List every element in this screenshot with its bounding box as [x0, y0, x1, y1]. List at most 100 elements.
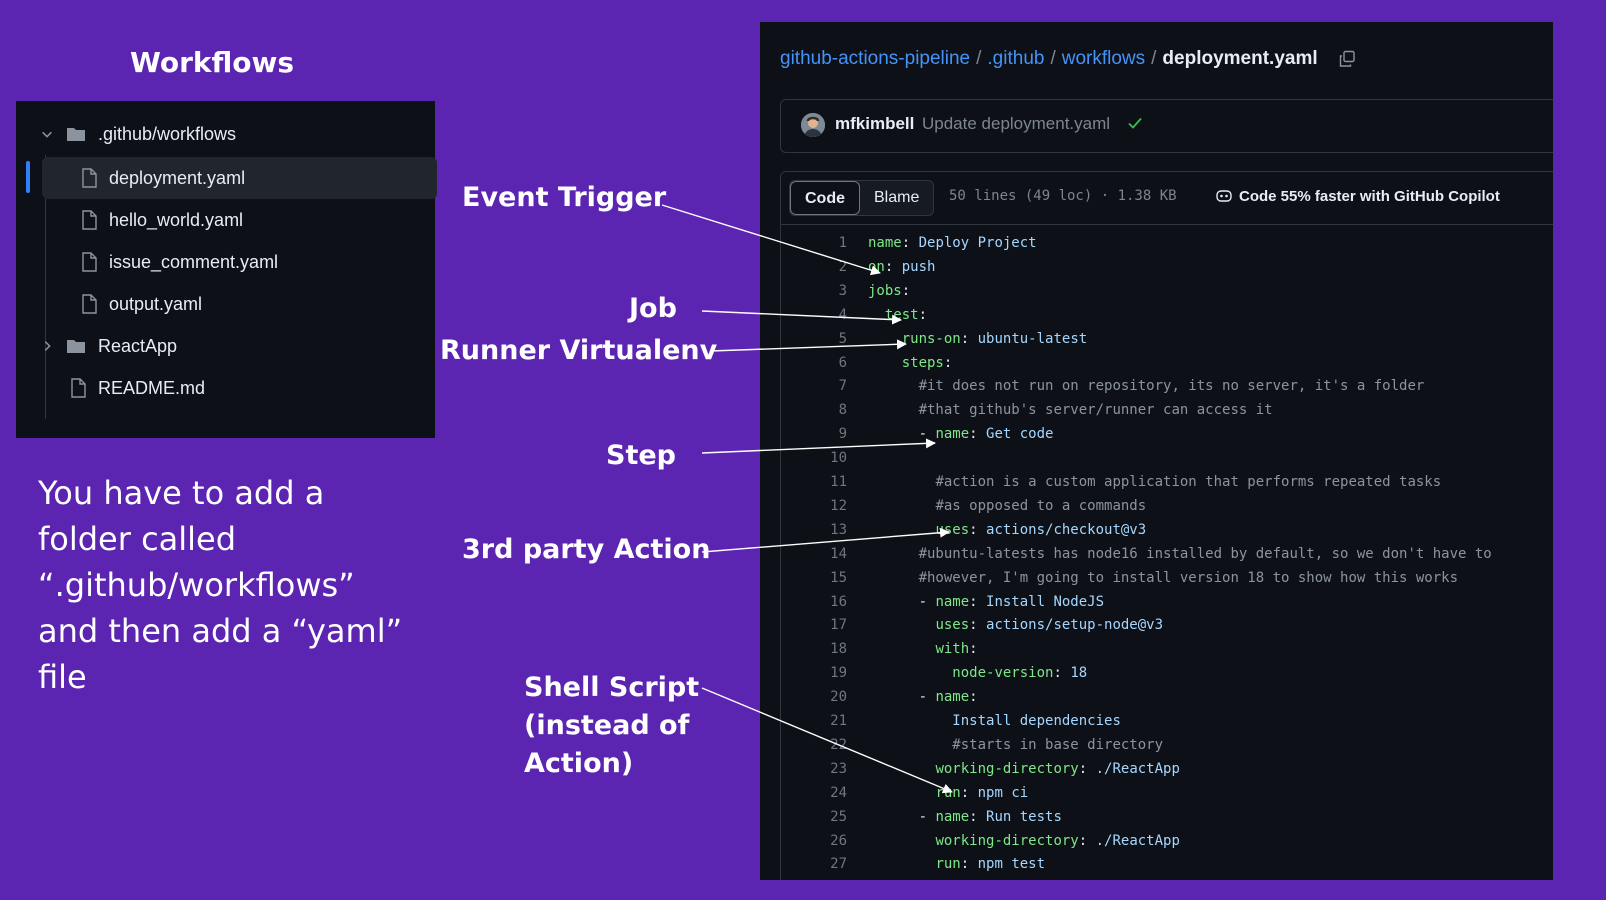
code-line: 20 - name:	[781, 686, 1553, 709]
line-text: uses: actions/setup-node@v3	[935, 617, 1164, 634]
line-text: uses: actions/checkout@v3	[935, 521, 1147, 538]
line-text: working-directory: ./ReactApp	[935, 832, 1180, 849]
line-text: #ubuntu-latests has node16 installed by …	[918, 545, 1492, 562]
line-text: - name:	[918, 689, 978, 706]
line-number[interactable]: 24	[781, 782, 847, 805]
line-number[interactable]: 26	[781, 830, 847, 853]
line-number[interactable]: 21	[781, 710, 847, 733]
line-number[interactable]: 22	[781, 734, 847, 757]
code-line: 21 Install dependencies	[781, 710, 1553, 733]
line-text: - name: Install NodeJS	[918, 593, 1105, 610]
line-number[interactable]: 27	[781, 853, 847, 876]
commit-message[interactable]: Update deployment.yaml	[922, 114, 1110, 134]
tree-item-deployment-yaml[interactable]: deployment.yaml	[16, 157, 435, 199]
line-number[interactable]: 2	[781, 256, 847, 279]
line-number[interactable]: 7	[781, 375, 847, 398]
line-number[interactable]: 25	[781, 806, 847, 829]
annotation-shell-script-line2: (instead of	[524, 710, 690, 741]
line-text: - name: Run tests	[918, 808, 1062, 825]
tab-code[interactable]: Code	[790, 181, 860, 215]
avatar-face-icon	[801, 113, 825, 137]
line-number[interactable]: 23	[781, 758, 847, 781]
chevron-down-icon[interactable]	[40, 127, 54, 141]
file-icon	[71, 378, 86, 398]
line-number[interactable]: 5	[781, 328, 847, 351]
line-number[interactable]: 16	[781, 591, 847, 614]
line-number[interactable]: 19	[781, 662, 847, 685]
commit-author[interactable]: mfkimbell	[835, 114, 914, 134]
tree-item-hello-world-yaml[interactable]: hello_world.yaml	[16, 199, 435, 241]
file-meta: 50 lines (49 loc) · 1.38 KB	[949, 188, 1177, 204]
code-line: 5 runs-on: ubuntu-latest	[781, 328, 1553, 351]
line-text: #however, I'm going to install version 1…	[918, 569, 1459, 586]
line-text: working-directory: ./ReactApp	[935, 760, 1180, 777]
line-text: #that github's server/runner can access …	[918, 402, 1273, 419]
line-text: #starts in base directory	[952, 736, 1164, 753]
file-header: Code Blame 50 lines (49 loc) · 1.38 KB C…	[781, 172, 1553, 225]
line-number[interactable]: 8	[781, 399, 847, 422]
breadcrumb: github-actions-pipeline / .github / work…	[780, 48, 1356, 70]
line-number[interactable]: 9	[781, 423, 847, 446]
line-number[interactable]: 4	[781, 304, 847, 327]
code-line: 22 #starts in base directory	[781, 734, 1553, 757]
line-number[interactable]: 10	[781, 447, 847, 470]
chevron-right-icon[interactable]	[40, 339, 54, 353]
line-number[interactable]: 11	[781, 471, 847, 494]
line-text: test:	[884, 306, 928, 323]
breadcrumb-repo-link[interactable]: github-actions-pipeline	[780, 48, 970, 70]
tree-item-issue-comment-yaml[interactable]: issue_comment.yaml	[16, 241, 435, 283]
line-number[interactable]: 15	[781, 567, 847, 590]
code-line: 1 name: Deploy Project	[781, 232, 1553, 255]
tree-item-reactapp[interactable]: ReactApp	[16, 325, 435, 367]
code-line: 7 #it does not run on repository, its no…	[781, 375, 1553, 398]
file-tree-panel: .github/workflows deployment.yaml hello_…	[16, 101, 437, 438]
code-line: 16 - name: Install NodeJS	[781, 591, 1553, 614]
tree-item-label: deployment.yaml	[109, 167, 246, 188]
tab-blame[interactable]: Blame	[860, 181, 933, 215]
line-number[interactable]: 6	[781, 352, 847, 375]
code-line: 12 #as opposed to a commands	[781, 495, 1553, 518]
file-icon	[82, 168, 97, 188]
line-number[interactable]: 12	[781, 495, 847, 518]
copy-path-icon[interactable]	[1338, 50, 1356, 68]
tree-item-label: ReactApp	[98, 335, 178, 356]
line-text: node-version: 18	[952, 665, 1088, 682]
line-text: runs-on: ubuntu-latest	[901, 330, 1088, 347]
line-number[interactable]: 3	[781, 280, 847, 303]
code-line: 23 working-directory: ./ReactApp	[781, 758, 1553, 781]
line-number[interactable]: 13	[781, 519, 847, 542]
line-number[interactable]: 20	[781, 686, 847, 709]
line-number[interactable]: 14	[781, 543, 847, 566]
breadcrumb-github-link[interactable]: .github	[987, 48, 1044, 70]
tree-item-readme-md[interactable]: README.md	[16, 367, 435, 409]
line-number[interactable]: 17	[781, 614, 847, 637]
tree-item-github-workflows[interactable]: .github/workflows	[16, 113, 435, 155]
copilot-promo-label: Code 55% faster with GitHub Copilot	[1239, 187, 1500, 205]
code-line: 3 jobs:	[781, 280, 1553, 303]
line-text: #as opposed to a commands	[935, 497, 1147, 514]
annotation-job: Job	[629, 293, 677, 324]
check-icon[interactable]	[1126, 114, 1144, 132]
code-line: 2 on: push	[781, 256, 1553, 279]
latest-commit-bar: mfkimbell Update deployment.yaml	[780, 99, 1553, 153]
code-line: 13 uses: actions/checkout@v3	[781, 519, 1553, 542]
code-line: 8 #that github's server/runner can acces…	[781, 399, 1553, 422]
line-number[interactable]: 1	[781, 232, 847, 255]
explanation-text: You have to add a folder called “.github…	[38, 474, 403, 696]
tree-item-output-yaml[interactable]: output.yaml	[16, 283, 435, 325]
avatar[interactable]	[801, 113, 825, 137]
line-text: with:	[935, 641, 978, 658]
breadcrumb-workflows-link[interactable]: workflows	[1062, 48, 1145, 70]
folder-icon	[67, 340, 85, 353]
line-text: #it does not run on repository, its no s…	[918, 378, 1425, 395]
line-text: steps:	[901, 354, 953, 371]
copilot-promo[interactable]: Code 55% faster with GitHub Copilot	[1215, 187, 1500, 205]
tree-item-label: README.md	[98, 377, 206, 398]
annotation-third-party-action: 3rd party Action	[462, 534, 711, 565]
line-number[interactable]: 18	[781, 638, 847, 661]
code-line: 25 - name: Run tests	[781, 806, 1553, 829]
code-line: 9 - name: Get code	[781, 423, 1553, 446]
annotation-step: Step	[606, 440, 676, 471]
code-line: 18 with:	[781, 638, 1553, 661]
slide-title: Workflows	[130, 46, 295, 79]
